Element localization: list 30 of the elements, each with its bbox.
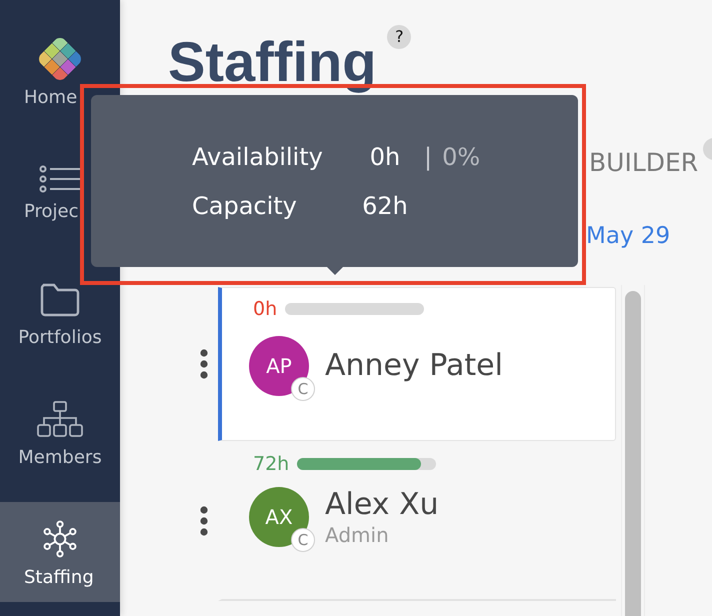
list-icon[interactable] bbox=[39, 165, 81, 193]
member-role: Admin bbox=[325, 523, 390, 547]
value-separator: | bbox=[424, 142, 432, 172]
scrollbar-track[interactable] bbox=[621, 285, 645, 616]
member-name: Anney Patel bbox=[325, 348, 503, 384]
nav-item[interactable]: Home bbox=[0, 22, 120, 122]
role-badge: C bbox=[291, 528, 315, 552]
org-chart-icon[interactable] bbox=[37, 401, 83, 437]
tooltip-value: 62h bbox=[362, 191, 408, 221]
role-badge: C bbox=[291, 377, 315, 401]
hours-text: 72h bbox=[253, 453, 290, 475]
tooltip-value: 0h bbox=[370, 142, 400, 172]
member-card[interactable]: 0h AP C Anney Patel bbox=[218, 287, 616, 441]
member-name: Alex Xu bbox=[325, 487, 439, 523]
scrollbar-thumb[interactable] bbox=[625, 291, 641, 616]
tooltip-label: Availability bbox=[192, 142, 323, 172]
nav-item[interactable]: Projec bbox=[0, 142, 120, 242]
network-icon[interactable] bbox=[41, 520, 79, 558]
tooltip-percent: 0% bbox=[442, 142, 480, 172]
nav-item[interactable]: Staffing bbox=[0, 502, 120, 602]
nav-item[interactable]: Members bbox=[0, 382, 120, 482]
section-label[interactable]: BUILDER bbox=[589, 147, 698, 179]
help-button[interactable]: ? bbox=[387, 25, 412, 49]
page-title: Staffing bbox=[168, 30, 376, 94]
date-link[interactable]: May 29 bbox=[586, 222, 670, 250]
tooltip-label: Capacity bbox=[192, 191, 297, 221]
folder-icon[interactable] bbox=[39, 281, 81, 317]
hours-text: 0h bbox=[253, 298, 278, 320]
nav-item[interactable]: Portfolios bbox=[0, 262, 120, 362]
member-card[interactable]: 72h AX C Alex Xu Admin bbox=[218, 441, 616, 601]
